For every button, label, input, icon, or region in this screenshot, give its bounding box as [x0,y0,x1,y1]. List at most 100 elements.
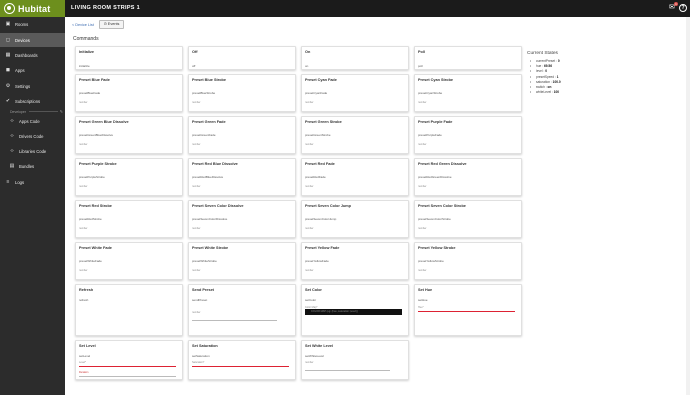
command-name: setLevel [79,354,91,358]
number-input[interactable]: number [192,185,200,188]
command-button-preset-seven-color-jump[interactable]: Preset Seven Color Jump [305,204,351,208]
command-button-preset-seven-color-dissolve[interactable]: Preset Seven Color Dissolve [192,204,244,208]
command-button-preset-blue-strobe[interactable]: Preset Blue Strobe [192,78,226,82]
number-input[interactable]: number [192,311,200,314]
command-button-preset-red-fade[interactable]: Preset Red Fade [305,162,335,166]
sidebar-item-label: Drivers Code [19,133,44,139]
command-button-set-hue[interactable]: Set Hue [418,288,432,292]
apps-icon: ◼ [5,67,11,73]
command-button-set-color[interactable]: Set Color [305,288,322,292]
command-button-off[interactable]: Off [192,50,197,54]
number-input[interactable]: number [192,227,200,230]
number-input[interactable]: number [418,227,426,230]
number-input[interactable]: number [305,269,313,272]
sidebar-item-apps-code[interactable]: ‹› Apps Code [0,114,65,128]
sidebar-item-subscriptions[interactable]: ✔ Subscriptions [0,94,65,108]
color-map-input[interactable]: COLOR MAP (eg: {hue:,saturation:,level:}… [305,309,402,315]
command-button-set-saturation[interactable]: Set Saturation [192,344,218,348]
help-icon[interactable]: ? [679,4,687,12]
number-input[interactable]: number [305,143,313,146]
command-button-preset-red-green-dissolve[interactable]: Preset Red Green Dissolve [418,162,467,166]
sidebar-item-devices[interactable]: ◻ Devices [0,33,65,47]
page-scrollbar[interactable] [686,17,690,395]
input-underline[interactable] [79,366,176,367]
duration-input[interactable]: Duration [79,371,88,374]
input-underline[interactable] [418,311,515,312]
command-button-preset-purple-fade[interactable]: Preset Purple Fade [418,120,452,124]
command-card-preset-yellow-fade: Preset Yellow Fade presetYellowFade number [301,242,409,280]
number-input[interactable]: number [305,185,313,188]
sidebar-item-bundles[interactable]: ▤ Bundles [0,159,65,173]
command-button-preset-green-fade[interactable]: Preset Green Fade [192,120,226,124]
number-input[interactable]: number [79,185,87,188]
command-button-preset-purple-strobe[interactable]: Preset Purple Strobe [79,162,117,166]
events-button[interactable]: ⊙ Events [99,20,124,29]
breadcrumb-device-list[interactable]: < Device List [72,21,98,29]
command-card-set-saturation: Set Saturation setSaturation Saturation* [188,340,296,380]
sidebar-item-label: Rooms [15,21,29,27]
command-button-preset-white-strobe[interactable]: Preset White Strobe [192,246,228,250]
command-button-preset-cyan-fade[interactable]: Preset Cyan Fade [305,78,337,82]
sidebar-item-label: Dashboards [15,52,38,58]
number-input[interactable]: number [418,269,426,272]
sidebar-item-settings[interactable]: ⚙ Settings [0,79,65,93]
command-button-preset-white-fade[interactable]: Preset White Fade [79,246,112,250]
sidebar-item-drivers-code[interactable]: ‹› Drivers Code [0,129,65,143]
number-input[interactable]: number [305,361,313,364]
input-underline[interactable] [192,366,289,367]
sidebar-item-label: Logs [15,179,25,185]
sidebar-item-libraries-code[interactable]: ‹› Libraries Code [0,144,65,158]
command-card-preset-red-green-dissolve: Preset Red Green Dissolve presetRedGreenD… [414,158,522,196]
state-value: on [547,84,552,89]
hubitat-logo-icon [4,3,15,14]
command-button-refresh[interactable]: Refresh [79,288,93,292]
number-input[interactable]: number [79,227,87,230]
command-card-initialize: Initialize initialize [75,46,183,70]
number-input[interactable]: number [192,101,200,104]
number-input[interactable]: number [79,269,87,272]
command-name: presetPurpleFade [418,133,442,137]
number-input[interactable]: number [305,227,313,230]
number-input-underline [305,370,390,371]
number-input[interactable]: number [305,101,313,104]
command-name: presetRedGreenDissolve [418,175,452,179]
command-button-preset-yellow-strobe[interactable]: Preset Yellow Strobe [418,246,456,250]
command-button-preset-cyan-strobe[interactable]: Preset Cyan Strobe [418,78,453,82]
command-card-preset-blue-strobe: Preset Blue Strobe presetBlueStrobe number [188,74,296,112]
number-input[interactable]: number [192,269,200,272]
command-button-poll[interactable]: Poll [418,50,425,54]
number-input[interactable]: number [79,101,87,104]
hubitat-logo[interactable]: Hubitat [0,0,65,17]
page-title: LIVING ROOM STRIPS 1 [71,5,140,11]
command-button-set-level[interactable]: Set Level [79,344,96,348]
command-name: presetPurpleStrobe [79,175,105,179]
command-button-preset-seven-color-strobe[interactable]: Preset Seven Color Strobe [418,204,466,208]
command-button-preset-blue-fade[interactable]: Preset Blue Fade [79,78,110,82]
command-button-preset-red-strobe[interactable]: Preset Red Strobe [79,204,112,208]
sidebar-item-rooms[interactable]: ▣ Rooms [0,17,65,31]
number-input[interactable]: number [79,143,87,146]
state-item: whiteLevel : 100 [527,90,597,95]
number-input-underline [192,320,277,321]
command-button-preset-green-strobe[interactable]: Preset Green Strobe [305,120,342,124]
number-input[interactable]: number [418,101,426,104]
sidebar-item-apps[interactable]: ◼ Apps [0,63,65,77]
number-input[interactable]: number [418,143,426,146]
command-button-preset-yellow-fade[interactable]: Preset Yellow Fade [305,246,339,250]
number-input[interactable]: number [418,185,426,188]
sidebar-item-logs[interactable]: ≡ Logs [0,175,65,189]
settings-icon: ⚙ [5,83,11,89]
command-card-poll: Poll poll [414,46,522,70]
command-button-preset-green-blue-dissolve[interactable]: Preset Green Blue Dissolve [79,120,129,124]
command-button-send-preset[interactable]: Send Preset [192,288,214,292]
state-value: 100 [553,90,560,95]
command-button-set-white-level[interactable]: Set White Level [305,344,333,348]
number-input[interactable]: number [192,143,200,146]
command-button-initialize[interactable]: Initialize [79,50,94,54]
command-card-preset-seven-color-jump: Preset Seven Color Jump presetSevenColorJ… [301,200,409,238]
state-value: 69.56 [544,64,552,69]
command-button-on[interactable]: On [305,50,310,54]
sidebar-item-dashboards[interactable]: ▦ Dashboards [0,48,65,62]
command-name: presetYellowFade [305,259,329,263]
command-button-preset-red-blue-dissolve[interactable]: Preset Red Blue Dissolve [192,162,238,166]
